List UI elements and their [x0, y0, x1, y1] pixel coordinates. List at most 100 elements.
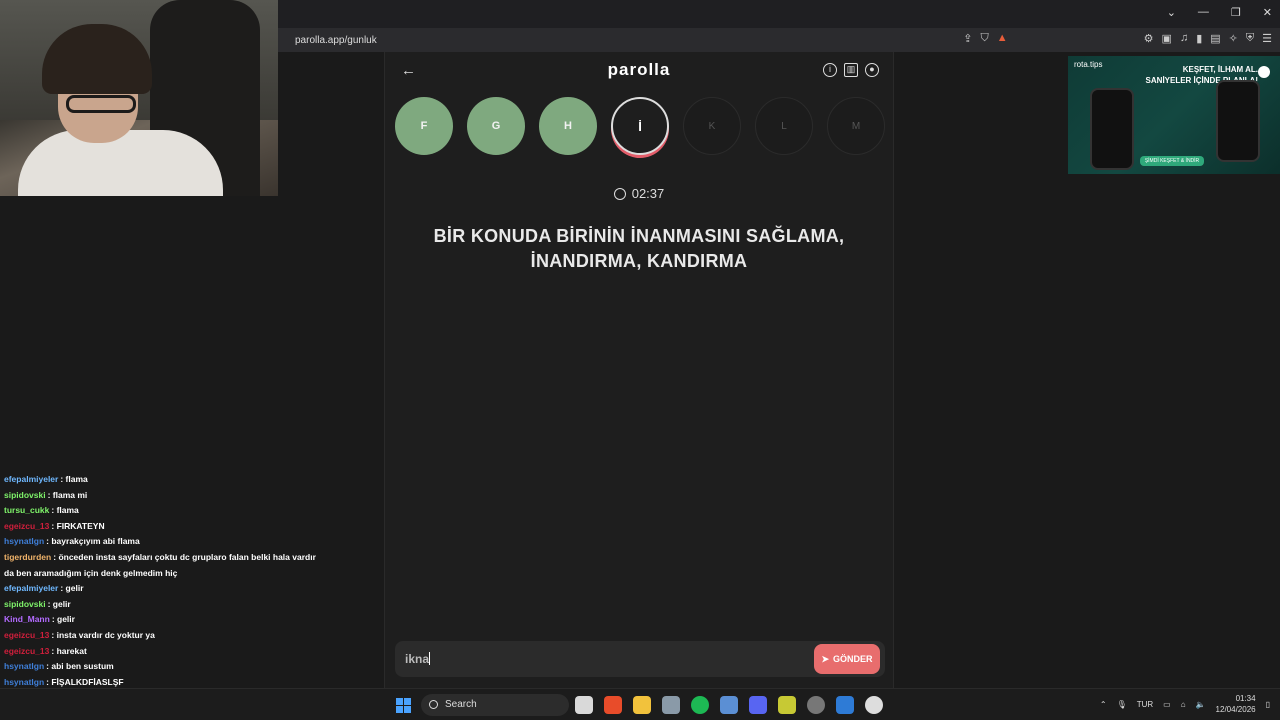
maximize-button[interactable]: ❐	[1231, 6, 1241, 19]
answer-value[interactable]: ikna	[405, 652, 431, 666]
spotify-icon[interactable]	[691, 696, 709, 714]
app3-icon[interactable]	[807, 696, 825, 714]
clock-date: 12/04/2026	[1215, 705, 1256, 714]
settings-icon[interactable]	[662, 696, 680, 714]
search-placeholder: Search	[445, 699, 477, 710]
letter-k: K	[683, 97, 741, 155]
clock-icon	[613, 188, 626, 200]
question-text: BİR KONUDA BİRİNİN İNANMASINI SAĞLAMA, İ…	[433, 226, 845, 271]
user-icon[interactable]: ●	[865, 63, 879, 77]
chat-text: bayrakçıyım abi flama	[51, 536, 140, 547]
close-button[interactable]: ✕	[1263, 6, 1272, 19]
language-indicator[interactable]: TUR	[1137, 700, 1153, 709]
info-icon[interactable]: i	[823, 63, 837, 77]
display-icon[interactable]: ▭	[1163, 700, 1171, 709]
task-view-icon[interactable]	[575, 696, 593, 714]
chat-username[interactable]: hsynatlgn	[4, 661, 44, 671]
chat-text: gelir	[52, 598, 71, 609]
chat-message: egeizcu_13: harekat	[4, 645, 87, 656]
answer-input[interactable]: ikna ➤ GÖNDER	[395, 641, 885, 677]
page-content: ← parolla i ▥ ● F G H İ K L M 02:37 BİR …	[278, 52, 1280, 688]
chat-text: FIRKATEYN	[56, 520, 105, 531]
leo-icon[interactable]: ✧	[1229, 32, 1238, 45]
system-tray: ⌃ 🎙 TUR ▭ ⌂ 🔈 01:34 12/04/2026 ▯	[1100, 693, 1270, 715]
share-icon[interactable]: ⇪	[963, 32, 972, 45]
browser-titlebar: ⌄ — ❐ ✕	[278, 0, 1280, 28]
brave-shield-icon[interactable]: ⛉	[981, 32, 989, 45]
rewards-icon[interactable]: ▲	[997, 32, 1008, 45]
chat-message: sipidovski: flama mi	[4, 489, 88, 500]
network-icon[interactable]: ⌂	[1181, 700, 1186, 709]
chat-message: tursu_cukk: flama	[4, 505, 79, 516]
letter-progress: F G H İ K L M	[395, 97, 885, 155]
app-icon[interactable]	[720, 696, 738, 714]
chat-username[interactable]: efepalmiyeler	[4, 474, 58, 484]
clock-time: 01:34	[1235, 694, 1256, 703]
address-bar[interactable]: parolla.app/gunluk ⇪ ⛉ ▲ ⚙ ▣ ♫ ▮ ▤ ✧ ⛨ ☰	[278, 28, 1280, 52]
minimize-button[interactable]: —	[1198, 6, 1209, 19]
ad-cta[interactable]: ŞİMDİ KEŞFET & İNDİR	[1140, 156, 1204, 166]
taskbar-search[interactable]: Search	[421, 694, 569, 716]
music-icon[interactable]: ♫	[1180, 32, 1188, 45]
letter-g: G	[467, 97, 525, 155]
chat-username[interactable]: egeizcu_13	[4, 646, 49, 656]
chevron-up-icon[interactable]: ⌃	[1100, 700, 1107, 709]
chat-username[interactable]: hsynatlgn	[4, 536, 44, 546]
app4-icon[interactable]	[836, 696, 854, 714]
send-button[interactable]: ➤ GÖNDER	[814, 644, 880, 674]
ad-close-icon[interactable]	[1258, 66, 1270, 78]
chat-username[interactable]: Kind_Mann	[4, 614, 50, 624]
header-icons: i ▥ ●	[823, 63, 879, 77]
stream-chat: efepalmiyeler: flama sipidovski: flama mi…	[0, 472, 320, 720]
chat-message: Kind_Mann: gelir	[4, 614, 75, 625]
ad-banner[interactable]: rota.tips KEŞFET, İLHAM AL. SANİYELER İÇ…	[1068, 56, 1280, 174]
chat-username[interactable]: tursu_cukk	[4, 505, 49, 515]
chat-username[interactable]: efepalmiyeler	[4, 583, 58, 593]
chat-username[interactable]: egeizcu_13	[4, 630, 49, 640]
letter-l: L	[755, 97, 813, 155]
file-explorer-icon[interactable]	[633, 696, 651, 714]
ad-phone-right	[1216, 80, 1260, 162]
chat-message: sipidovski: gelir	[4, 598, 71, 609]
letter-i-current: İ	[611, 97, 669, 155]
brave-icon[interactable]	[604, 696, 622, 714]
chevron-down-icon[interactable]: ⌄	[1167, 6, 1176, 19]
app2-icon[interactable]	[778, 696, 796, 714]
taskbar-clock[interactable]: 01:34 12/04/2026	[1216, 693, 1256, 715]
chat-username[interactable]: hsynatlgn	[4, 677, 44, 687]
sidebar-icon[interactable]: ▮	[1196, 32, 1202, 45]
url-text[interactable]: parolla.app/gunluk	[295, 35, 377, 46]
window-controls: ⌄ — ❐ ✕	[1167, 6, 1272, 19]
chat-message: efepalmiyeler: flama	[4, 474, 88, 484]
chat-username[interactable]: tigerdurden	[4, 552, 51, 562]
screen: ⌄ — ❐ ✕ parolla.app/gunluk ⇪ ⛉ ▲ ⚙ ▣ ♫ ▮…	[0, 0, 1280, 720]
chat-username[interactable]: egeizcu_13	[4, 521, 49, 531]
mic-icon[interactable]: 🎙	[1117, 700, 1127, 709]
app-logo[interactable]: parolla	[385, 60, 893, 80]
menu-icon[interactable]: ☰	[1262, 32, 1272, 45]
chat-text: flama	[56, 505, 79, 516]
chat-text: gelir	[57, 614, 75, 625]
overwatch-icon[interactable]	[865, 696, 883, 714]
start-button[interactable]	[396, 698, 411, 713]
wallet-icon[interactable]: ▤	[1210, 32, 1220, 45]
chat-text: FİŞALKDFİASLŞF	[51, 676, 124, 687]
game-panel: ← parolla i ▥ ● F G H İ K L M 02:37 BİR …	[384, 52, 894, 688]
discord-icon[interactable]	[749, 696, 767, 714]
chat-message: hsynatlgn: bayrakçıyım abi flama	[4, 536, 140, 547]
volume-icon[interactable]: 🔈	[1196, 700, 1206, 709]
ad-brand: rota.tips	[1074, 60, 1103, 69]
notification-icon[interactable]: ▯	[1266, 700, 1270, 709]
stats-icon[interactable]: ▥	[844, 63, 858, 77]
timer-value: 02:37	[631, 186, 665, 201]
chat-message: egeizcu_13: insta vardır dc yoktur ya	[4, 629, 155, 640]
extensions-icon[interactable]: ⚙	[1144, 32, 1154, 45]
webcam-glasses	[66, 95, 136, 113]
chat-text: insta vardır dc yoktur ya	[56, 629, 155, 640]
chat-username[interactable]: sipidovski	[4, 599, 46, 609]
screenshot-icon[interactable]: ▣	[1162, 32, 1172, 45]
send-icon: ➤	[821, 653, 830, 664]
app-header: ← parolla i ▥ ●	[385, 52, 893, 90]
vpn-icon[interactable]: ⛨	[1246, 32, 1254, 45]
chat-username[interactable]: sipidovski	[4, 490, 46, 500]
